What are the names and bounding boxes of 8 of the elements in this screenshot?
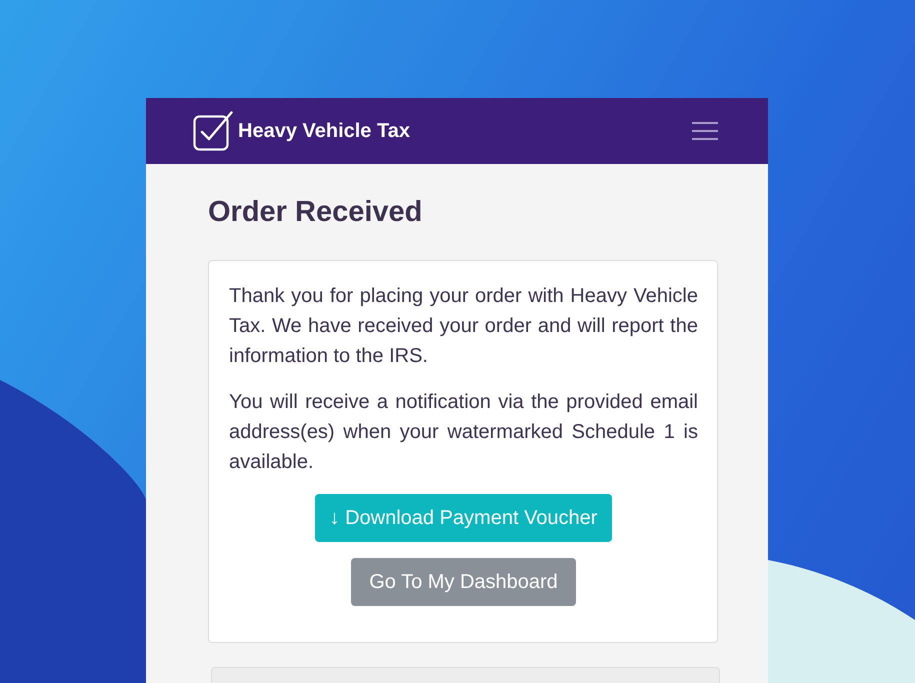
download-voucher-button[interactable]: ↓ Download Payment Voucher (314, 494, 612, 542)
message-paragraph: Thank you for placing your order with Heavy Vehicle Tax. We have received your order and will report the information to the IRS. (229, 284, 698, 369)
menu-icon[interactable] (692, 121, 718, 141)
checkbox-logo-icon[interactable] (193, 111, 233, 151)
dashboard-button[interactable]: Go To My Dashboard (351, 558, 576, 606)
message-paragraph: You will receive a notification via the provided email address(es) when your watermarked Schedule 1 is available. (229, 390, 698, 475)
brand-link[interactable]: Heavy Vehicle Tax (238, 119, 410, 143)
page-title: Order Received (208, 195, 424, 229)
